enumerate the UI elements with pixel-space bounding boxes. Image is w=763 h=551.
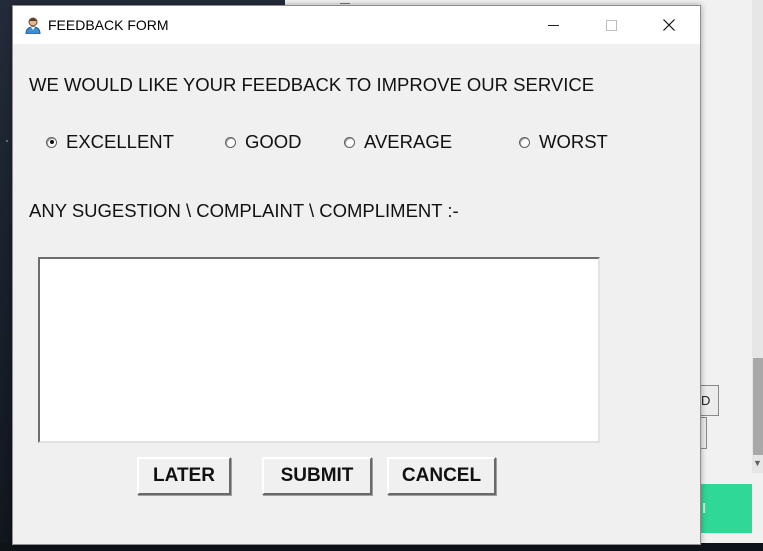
- submit-button[interactable]: SUBMIT: [262, 457, 372, 495]
- radio-button-icon[interactable]: [519, 136, 530, 148]
- background-green-button[interactable]: I: [701, 484, 752, 533]
- feedback-prompt: WE WOULD LIKE YOUR FEEDBACK TO IMPROVE O…: [29, 74, 595, 95]
- radio-label-good: GOOD: [245, 131, 302, 152]
- feedback-window: FEEDBACK FORM WE WOULD LIKE YOUR FEEDBAC…: [12, 5, 701, 545]
- cancel-button[interactable]: CANCEL: [387, 457, 496, 495]
- background-scroll-thumb[interactable]: [753, 358, 763, 455]
- radio-button-icon[interactable]: [46, 136, 57, 148]
- background-app-mark: [340, 0, 350, 4]
- suggestion-label: ANY SUGESTION \ COMPLAINT \ COMPLIMENT :…: [29, 200, 459, 221]
- radio-label-average: AVERAGE: [364, 131, 453, 152]
- maximize-button[interactable]: [582, 6, 640, 44]
- close-icon: [663, 19, 675, 31]
- suggestion-textarea[interactable]: [38, 257, 600, 443]
- background-button-partial-2[interactable]: [701, 417, 707, 449]
- form-body: WE WOULD LIKE YOUR FEEDBACK TO IMPROVE O…: [13, 44, 700, 544]
- scroll-down-arrow-icon[interactable]: ▼: [752, 456, 763, 470]
- background-button-partial[interactable]: D: [701, 385, 719, 416]
- later-button[interactable]: LATER: [137, 457, 231, 495]
- minimize-icon: [547, 24, 559, 26]
- radio-label-worst: WORST: [539, 131, 608, 152]
- user-avatar-icon: [24, 16, 42, 35]
- close-button[interactable]: [640, 6, 698, 44]
- radio-button-icon[interactable]: [225, 136, 236, 148]
- radio-button-icon[interactable]: [344, 136, 355, 148]
- radio-label-excellent: EXCELLENT: [66, 131, 174, 152]
- maximize-icon: [605, 19, 617, 31]
- radio-good[interactable]: GOOD: [225, 127, 302, 157]
- radio-worst[interactable]: WORST: [519, 127, 608, 157]
- window-title: FEEDBACK FORM: [48, 17, 169, 33]
- rating-radio-group: EXCELLENT GOOD AVERAGE WORST: [13, 127, 700, 157]
- radio-excellent[interactable]: EXCELLENT: [46, 127, 174, 157]
- minimize-button[interactable]: [524, 6, 582, 44]
- radio-average[interactable]: AVERAGE: [344, 127, 452, 157]
- background-button-partial-label: D: [701, 393, 711, 408]
- title-bar[interactable]: FEEDBACK FORM: [13, 6, 700, 44]
